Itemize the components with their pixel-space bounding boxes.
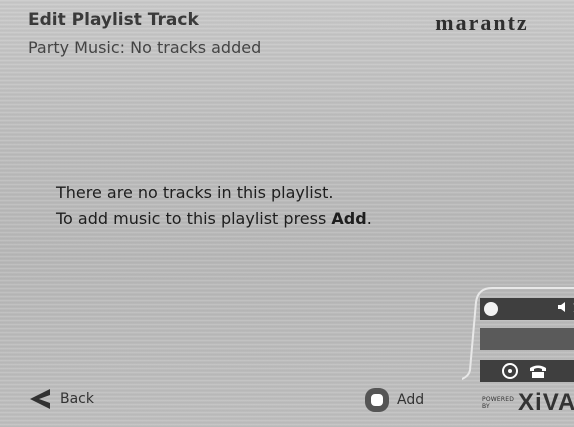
add-label: Add [397,392,425,408]
back-label: Back [60,391,94,407]
message-line-2: To add music to this playlist press Add. [56,206,372,232]
playlist-subtitle: Party Music: No tracks added [28,38,262,57]
message-line-2-prefix: To add music to this playlist press [56,209,332,228]
xiva-logo: POWERED BY XiVA [482,389,574,417]
xiva-wordmark: XiVA [518,389,574,416]
screen: Edit Playlist Track Party Music: No trac… [0,0,574,427]
message-add-emphasis: Add [331,209,367,228]
add-button[interactable]: Add [363,386,424,414]
marantz-logo: marantz [402,10,562,40]
page-title: Edit Playlist Track [28,10,199,30]
volume-indicator: 1 [557,301,574,315]
marantz-logo-text: marantz [435,10,528,35]
status-row-blank [480,328,574,350]
status-row-icons [480,360,574,382]
back-arrow-icon [30,389,50,409]
status-row-volume: 1 [480,298,574,320]
powered-by-text: POWERED BY [482,396,515,410]
message-line-1: There are no tracks in this playlist. [56,183,334,202]
speaker-icon [557,302,565,312]
disc-icon [502,363,518,379]
status-panel: 1 [462,284,574,384]
marantz-logo-graphic: marantz [435,10,528,35]
message-line-2-suffix: . [366,209,372,228]
power-dot-icon [484,302,498,316]
phone-icon [530,365,546,378]
back-button[interactable]: Back [28,388,94,410]
empty-playlist-message: There are no tracks in this playlist. To… [56,180,372,232]
add-circle-icon [365,388,389,412]
status-icons [502,363,546,379]
